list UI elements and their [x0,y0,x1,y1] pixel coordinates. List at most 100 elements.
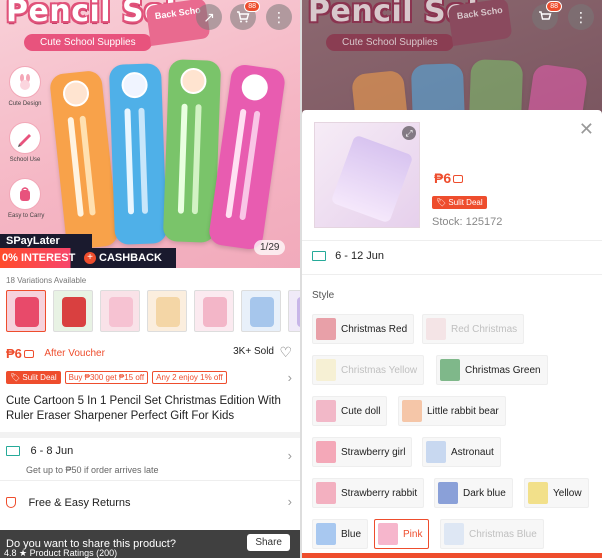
style-option[interactable]: Red Christmas [422,314,525,344]
option-label: Cute doll [341,405,381,417]
add-to-cart-bar[interactable] [302,553,602,558]
style-option[interactable]: Strawberry girl [312,437,413,467]
hero-badge: Cute School Supplies [24,34,152,51]
feature-cute-design: Cute Design [8,66,42,107]
coin-icon [23,349,34,358]
backpack-icon [9,178,41,210]
feature-label: Cute Design [8,101,42,107]
hero-badge: Cute School Supplies [326,34,454,51]
option-label: Pink [403,528,423,540]
section-divider [302,274,602,275]
more-options-icon[interactable]: ⋮ [568,4,594,30]
cart-icon[interactable]: 88 [532,1,562,30]
option-label: Blue [341,528,362,540]
option-label: Red Christmas [451,323,518,335]
shipping-dates: 6 - 8 Jun [30,444,74,457]
truck-icon [312,251,326,262]
price: ₱6 [434,170,452,186]
option-label: Little rabbit bear [427,405,499,417]
more-options-icon[interactable]: ⋮ [266,4,292,30]
option-swatch [316,318,336,340]
cashback-label: CASHBACK [99,252,162,264]
option-label: Astronaut [451,446,494,458]
shipping-row: 6 - 12 Jun [312,250,384,262]
interest-label: 0% INTEREST [2,252,76,264]
dimmed-product-image: Pencil Set Cute School Supplies Back Sch… [302,0,602,120]
close-icon[interactable]: ✕ [579,120,594,138]
feature-label: Easy to Carry [8,213,45,219]
variation-selector-screen: Pencil Set Cute School Supplies Back Sch… [302,0,602,558]
share-icon[interactable]: ↗ [196,4,222,30]
spaylater-banner: SPayLater 0% INTEREST + CASHBACK [0,234,176,268]
sulit-deal-tag: 🏷 Sulit Deal [6,370,61,384]
variation-thumbnail[interactable] [147,290,187,332]
style-option[interactable]: Blue [312,519,369,549]
shipping-guarantee: Get up to ₱50 if order arrives late [26,465,159,475]
chevron-right-icon: › [287,494,292,509]
section-divider [0,432,300,438]
promo-tags-row[interactable]: 🏷 Sulit Deal Buy ₱300 get ₱15 off Any 2 … [6,369,296,385]
product-image-carousel[interactable]: Pencil Set Cute School Supplies Back Sch… [0,0,300,268]
image-counter: 1/29 [254,240,286,255]
style-option[interactable]: Strawberry rabbit [312,478,425,508]
variation-thumbnail[interactable] [53,290,93,332]
spaylater-label: SPayLater [0,234,92,248]
style-option[interactable]: Yellow [524,478,589,508]
variation-thumbnail[interactable] [241,290,281,332]
promo-tag: Buy ₱300 get ₱15 off [64,370,149,384]
sulit-deal-tag: 🏷 Sulit Deal [432,192,487,210]
returns-row[interactable]: Free & Easy Returns › [6,494,296,510]
variations-available: 18 Variations Available [6,276,87,285]
cart-icon[interactable]: 88 [230,1,260,30]
selected-variation-image[interactable]: ⤢ [314,122,420,228]
plus-icon: + [84,252,96,264]
heart-icon[interactable]: ♡ [279,344,292,361]
coin-icon [453,175,464,184]
returns-label: Free & Easy Returns [28,496,131,509]
shipping-row[interactable]: 6 - 8 Jun Get up to ₱50 if order arrives… [6,442,296,476]
style-option[interactable]: Pink [374,519,430,549]
option-label: Christmas Yellow [341,364,418,376]
product-title: Cute Cartoon 5 In 1 Pencil Set Christmas… [6,395,281,422]
share-button[interactable]: Share [247,534,290,551]
style-option[interactable]: Christmas Green [436,355,548,385]
variation-thumbnail[interactable] [6,290,46,332]
back-to-school-badge: Back Scho [447,0,513,46]
feature-school-use: School Use [8,122,42,163]
expand-icon[interactable]: ⤢ [402,126,416,140]
option-swatch [426,318,446,340]
option-swatch [402,400,422,422]
variation-thumbnail[interactable] [194,290,234,332]
style-option[interactable]: Christmas Yellow [312,355,425,385]
feature-easy-to-carry: Easy to Carry [8,178,45,219]
shield-icon [6,497,16,509]
style-option[interactable]: Christmas Red [312,314,415,344]
chevron-right-icon: › [287,448,292,463]
price: ₱6 [6,346,22,361]
style-option[interactable]: Astronaut [422,437,501,467]
section-divider [302,240,602,241]
variation-thumbnail[interactable] [100,290,140,332]
style-label: Style [312,290,335,301]
option-label: Dark blue [463,487,506,499]
option-label: Yellow [553,487,582,499]
option-swatch [316,441,336,463]
option-swatch [378,523,398,545]
style-option[interactable]: Cute doll [312,396,388,426]
option-swatch [528,482,548,504]
option-swatch [444,523,464,545]
stock-count: Stock: 125172 [432,216,503,228]
variation-thumbnail[interactable] [288,290,300,332]
chevron-right-icon: › [287,369,292,385]
style-option[interactable]: Little rabbit bear [398,396,506,426]
sulit-deal-label: Sulit Deal [448,198,483,207]
sulit-deal-label: Sulit Deal [22,372,57,382]
option-swatch [426,441,446,463]
style-option[interactable]: Christmas Blue [440,519,544,549]
style-option[interactable]: Dark blue [434,478,513,508]
pencil-icon [9,122,41,154]
feature-label: School Use [9,157,41,163]
option-swatch [316,359,336,381]
sold-count: 3K+ Sold [233,346,274,357]
product-page: Pencil Set Cute School Supplies Back Sch… [0,0,300,558]
